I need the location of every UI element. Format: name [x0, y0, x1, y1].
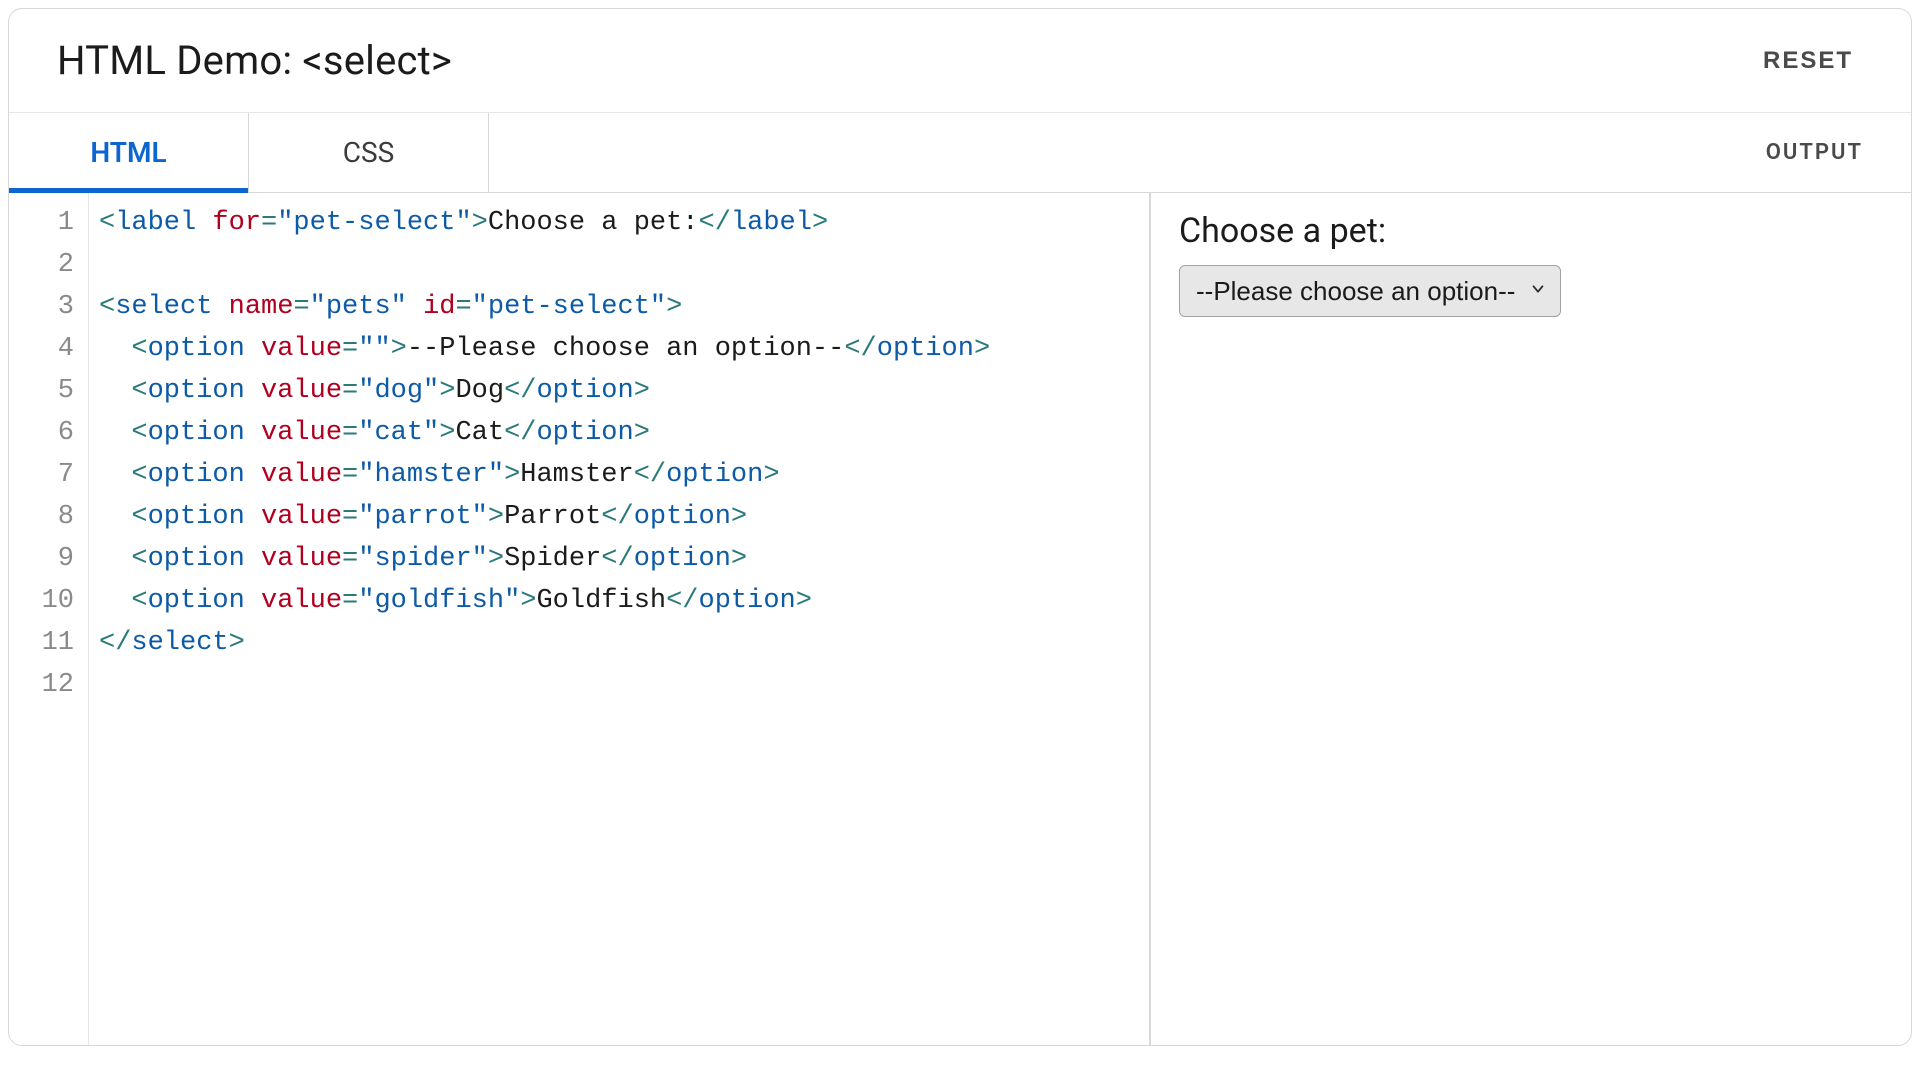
- tabs-row: HTML CSS OUTPUT: [9, 113, 1911, 193]
- line-number: 3: [9, 287, 74, 329]
- demo-title: HTML Demo: <select>: [57, 37, 452, 84]
- code-editor[interactable]: 123456789101112 <label for="pet-select">…: [9, 193, 1151, 1045]
- tab-css[interactable]: CSS: [249, 113, 489, 192]
- tab-html[interactable]: HTML: [9, 113, 249, 192]
- demo-header: HTML Demo: <select> RESET: [9, 9, 1911, 113]
- line-number: 5: [9, 371, 74, 413]
- code-line[interactable]: </select>: [99, 623, 1135, 665]
- line-number: 6: [9, 413, 74, 455]
- code-line[interactable]: <option value="spider">Spider</option>: [99, 539, 1135, 581]
- code-line[interactable]: <option value="">--Please choose an opti…: [99, 329, 1135, 371]
- code-line[interactable]: <option value="parrot">Parrot</option>: [99, 497, 1135, 539]
- line-number: 2: [9, 245, 74, 287]
- code-line[interactable]: <option value="dog">Dog</option>: [99, 371, 1135, 413]
- line-number-gutter: 123456789101112: [9, 193, 89, 1045]
- code-line[interactable]: [99, 245, 1135, 287]
- output-pane: Choose a pet: --Please choose an option-…: [1151, 193, 1911, 1045]
- demo-body: 123456789101112 <label for="pet-select">…: [9, 193, 1911, 1045]
- code-line[interactable]: <select name="pets" id="pet-select">: [99, 287, 1135, 329]
- pet-select-wrap: --Please choose an option--DogCatHamster…: [1179, 265, 1561, 317]
- line-number: 8: [9, 497, 74, 539]
- output-tab-label: OUTPUT: [1746, 113, 1911, 192]
- pet-select[interactable]: --Please choose an option--DogCatHamster…: [1179, 265, 1561, 317]
- tabs-spacer: [489, 113, 1746, 192]
- reset-button[interactable]: RESET: [1753, 41, 1863, 81]
- line-number: 11: [9, 623, 74, 665]
- line-number: 9: [9, 539, 74, 581]
- demo-card: HTML Demo: <select> RESET HTML CSS OUTPU…: [8, 8, 1912, 1046]
- output-label-text: Choose a pet:: [1179, 211, 1883, 251]
- line-number: 12: [9, 665, 74, 707]
- line-number: 10: [9, 581, 74, 623]
- code-line[interactable]: <label for="pet-select">Choose a pet:</l…: [99, 203, 1135, 245]
- code-line[interactable]: [99, 665, 1135, 707]
- code-line[interactable]: <option value="hamster">Hamster</option>: [99, 455, 1135, 497]
- code-area[interactable]: <label for="pet-select">Choose a pet:</l…: [89, 193, 1149, 1045]
- line-number: 1: [9, 203, 74, 245]
- line-number: 4: [9, 329, 74, 371]
- line-number: 7: [9, 455, 74, 497]
- code-line[interactable]: <option value="goldfish">Goldfish</optio…: [99, 581, 1135, 623]
- code-line[interactable]: <option value="cat">Cat</option>: [99, 413, 1135, 455]
